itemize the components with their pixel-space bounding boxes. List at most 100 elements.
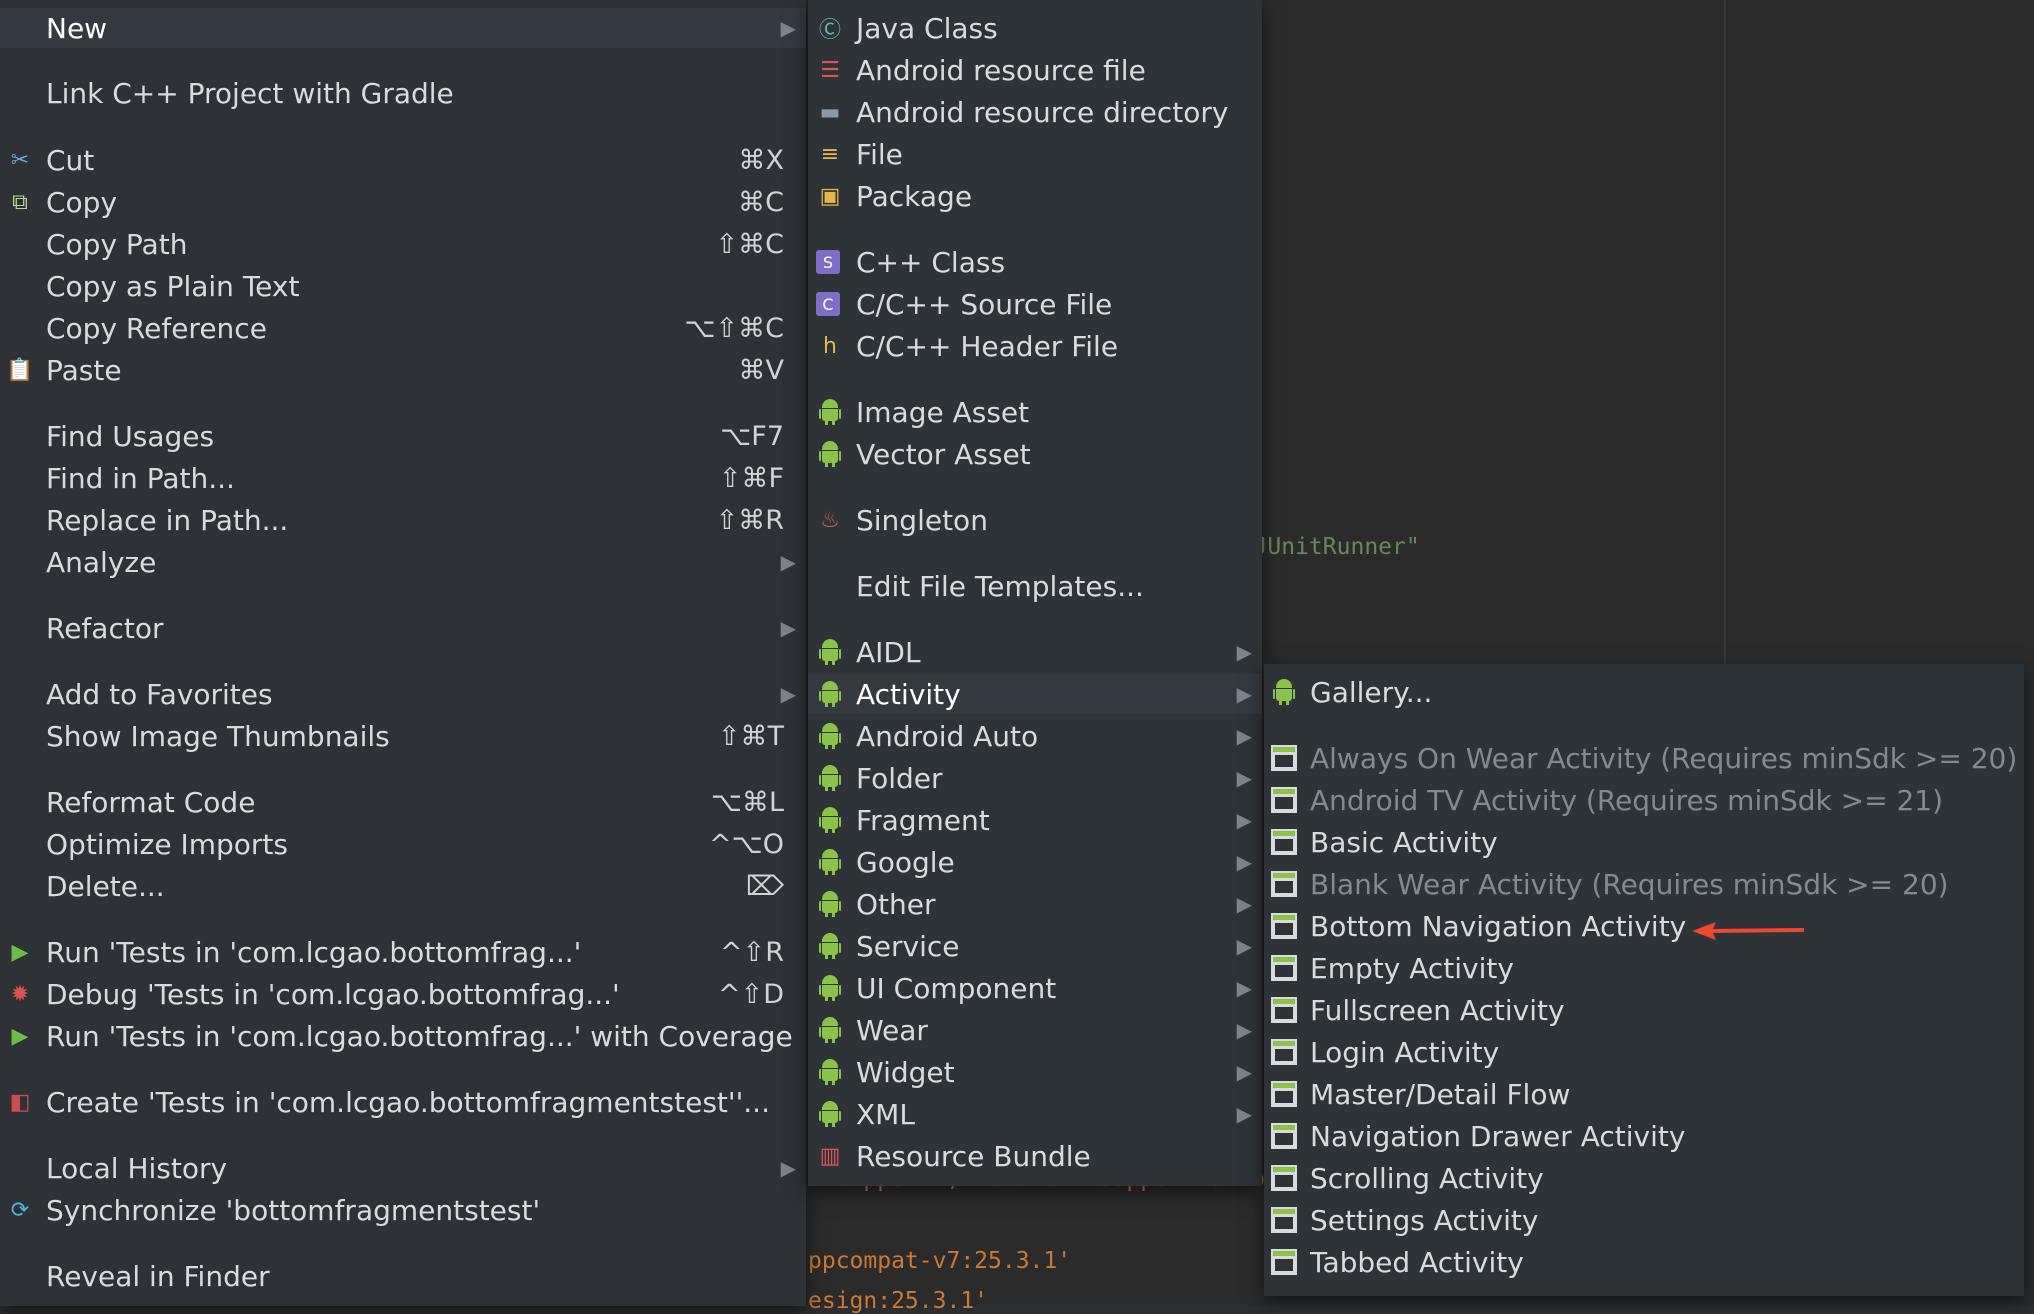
submenu-arrow-icon: ▶: [780, 550, 796, 574]
menu-item-local-history[interactable]: Local History ▶: [0, 1148, 806, 1188]
menu-item-copy[interactable]: ⧉ Copy ⌘C: [0, 182, 806, 222]
activity-item-bottom-navigation-activity[interactable]: Bottom Navigation Activity: [1264, 906, 2024, 946]
menu-item-label: Local History: [46, 1151, 228, 1185]
menu-item-run-tests-in-com-lcgao-bottomfrag-with-coverage[interactable]: ▶ Run 'Tests in 'com.lcgao.bottomfrag...'…: [0, 1016, 806, 1056]
menu-item-analyze[interactable]: Analyze ▶: [0, 542, 806, 582]
android-icon: [816, 1016, 844, 1044]
menu-item-reformat-code[interactable]: Reformat Code ⌥⌘L: [0, 782, 806, 822]
template-icon: [1270, 1080, 1298, 1108]
activity-item-basic-activity[interactable]: Basic Activity: [1264, 822, 2024, 862]
menu-item-label: Debug 'Tests in 'com.lcgao.bottomfrag...…: [46, 977, 620, 1011]
new-item-java-class[interactable]: Ⓒ Java Class: [808, 8, 1262, 48]
template-icon: [1270, 1206, 1298, 1234]
submenu-arrow-icon: ▶: [780, 616, 796, 640]
menu-item-label: Analyze: [46, 545, 157, 579]
menu-item-label: Reveal in Finder: [46, 1259, 270, 1293]
menu-item-add-to-favorites[interactable]: Add to Favorites ▶: [0, 674, 806, 714]
menu-item-synchronize-bottomfragmentstest[interactable]: ⟳ Synchronize 'bottomfragmentstest': [0, 1190, 806, 1230]
new-item-fragment[interactable]: Fragment ▶: [808, 800, 1262, 840]
new-item-android-auto[interactable]: Android Auto ▶: [808, 716, 1262, 756]
new-item-wear[interactable]: Wear ▶: [808, 1010, 1262, 1050]
new-item-singleton[interactable]: ♨ Singleton: [808, 500, 1262, 540]
template-icon: [1270, 1122, 1298, 1150]
activity-item-login-activity[interactable]: Login Activity: [1264, 1032, 2024, 1072]
menu-item-show-image-thumbnails[interactable]: Show Image Thumbnails ⇧⌘T: [0, 716, 806, 756]
menu-item-label: Link C++ Project with Gradle: [46, 76, 454, 110]
menu-item-create-tests-in-com-lcgao-bottomfragmentstest[interactable]: ◧ Create 'Tests in 'com.lcgao.bottomfragm…: [0, 1082, 806, 1122]
menu-item-replace-in-path[interactable]: Replace in Path... ⇧⌘R: [0, 500, 806, 540]
activity-item-master-detail-flow[interactable]: Master/Detail Flow: [1264, 1074, 2024, 1114]
menu-item-label: Optimize Imports: [46, 827, 288, 861]
resource-bundle-icon: ▥: [819, 1143, 841, 1169]
new-item-android-resource-directory[interactable]: ▬ Android resource directory: [808, 92, 1262, 132]
template-icon: [1270, 786, 1298, 814]
menu-item-label: C/C++ Source File: [856, 287, 1113, 321]
menu-item-copy-as-plain-text[interactable]: Copy as Plain Text: [0, 266, 806, 306]
activity-item-blank-wear-activity-requires-minsdk-20[interactable]: Blank Wear Activity (Requires minSdk >= …: [1264, 864, 2024, 904]
menu-item-refactor[interactable]: Refactor ▶: [0, 608, 806, 648]
shortcut-label: ⇧⌘C: [715, 228, 784, 260]
menu-item-label: Package: [856, 179, 973, 213]
android-icon: [816, 932, 844, 960]
android-icon: [816, 1058, 844, 1086]
menu-item-optimize-imports[interactable]: Optimize Imports ^⌥O: [0, 824, 806, 864]
menu-item-find-in-path[interactable]: Find in Path... ⇧⌘F: [0, 458, 806, 498]
new-item-resource-bundle[interactable]: ▥ Resource Bundle: [808, 1136, 1262, 1176]
new-item-edit-file-templates[interactable]: Edit File Templates...: [808, 566, 1262, 606]
submenu-arrow-icon: ▶: [1236, 724, 1252, 748]
activity-item-empty-activity[interactable]: Empty Activity: [1264, 948, 2024, 988]
new-item-xml[interactable]: XML ▶: [808, 1094, 1262, 1134]
new-item-ui-component[interactable]: UI Component ▶: [808, 968, 1262, 1008]
template-icon: [1270, 912, 1298, 940]
new-item-google[interactable]: Google ▶: [808, 842, 1262, 882]
new-item-folder[interactable]: Folder ▶: [808, 758, 1262, 798]
menu-item-run-tests-in-com-lcgao-bottomfrag[interactable]: ▶ Run 'Tests in 'com.lcgao.bottomfrag...'…: [0, 932, 806, 972]
menu-item-copy-path[interactable]: Copy Path ⇧⌘C: [0, 224, 806, 264]
new-item-file[interactable]: ≡ File: [808, 134, 1262, 174]
activity-item-scrolling-activity[interactable]: Scrolling Activity: [1264, 1158, 2024, 1198]
menu-item-copy-reference[interactable]: Copy Reference ⌥⇧⌘C: [0, 308, 806, 348]
activity-item-android-tv-activity-requires-minsdk-21[interactable]: Android TV Activity (Requires minSdk >= …: [1264, 780, 2024, 820]
menu-item-new[interactable]: New ▶: [0, 8, 806, 48]
java-icon: ♨: [820, 507, 840, 533]
new-item-image-asset[interactable]: Image Asset: [808, 392, 1262, 432]
submenu-arrow-icon: ▶: [780, 16, 796, 40]
new-item-vector-asset[interactable]: Vector Asset: [808, 434, 1262, 474]
activity-item-fullscreen-activity[interactable]: Fullscreen Activity: [1264, 990, 2024, 1030]
new-item-c-c-header-file[interactable]: h C/C++ Header File: [808, 326, 1262, 366]
menu-item-label: Synchronize 'bottomfragmentstest': [46, 1193, 541, 1227]
new-item-c-c-source-file[interactable]: C C/C++ Source File: [808, 284, 1262, 324]
new-item-service[interactable]: Service ▶: [808, 926, 1262, 966]
menu-item-label: Reformat Code: [46, 785, 256, 819]
menu-item-label: Android resource file: [856, 53, 1146, 87]
new-item-android-resource-file[interactable]: ☰ Android resource file: [808, 50, 1262, 90]
activity-item-settings-activity[interactable]: Settings Activity: [1264, 1200, 2024, 1240]
menu-item-debug-tests-in-com-lcgao-bottomfrag[interactable]: ✹ Debug 'Tests in 'com.lcgao.bottomfrag..…: [0, 974, 806, 1014]
cpp-header-icon: h: [823, 333, 837, 359]
menu-item-label: Fullscreen Activity: [1310, 993, 1565, 1027]
menu-item-label: Copy Path: [46, 227, 188, 261]
java-class-icon: Ⓒ: [818, 18, 841, 43]
activity-item-always-on-wear-activity-requires-minsdk-20[interactable]: Always On Wear Activity (Requires minSdk…: [1264, 738, 2024, 778]
menu-item-label: Folder: [856, 761, 943, 795]
new-item-package[interactable]: ▣ Package: [808, 176, 1262, 216]
menu-item-delete[interactable]: Delete... ⌦: [0, 866, 806, 906]
new-item-c-class[interactable]: S C++ Class: [808, 242, 1262, 282]
menu-item-find-usages[interactable]: Find Usages ⌥F7: [0, 416, 806, 456]
menu-item-link-c-project-with-gradle[interactable]: Link C++ Project with Gradle: [0, 73, 806, 113]
new-item-other[interactable]: Other ▶: [808, 884, 1262, 924]
menu-item-label: Wear: [856, 1013, 928, 1047]
new-item-widget[interactable]: Widget ▶: [808, 1052, 1262, 1092]
template-icon: [1270, 996, 1298, 1024]
menu-item-cut[interactable]: ✂ Cut ⌘X: [0, 140, 806, 180]
menu-item-label: Show Image Thumbnails: [46, 719, 390, 753]
menu-item-label: Blank Wear Activity (Requires minSdk >= …: [1310, 867, 1949, 901]
new-item-aidl[interactable]: AIDL ▶: [808, 632, 1262, 672]
activity-item-gallery[interactable]: Gallery...: [1264, 672, 2024, 712]
menu-item-reveal-in-finder[interactable]: Reveal in Finder: [0, 1256, 806, 1296]
new-item-activity[interactable]: Activity ▶: [808, 674, 1262, 714]
submenu-arrow-icon: ▶: [1236, 1060, 1252, 1084]
menu-item-paste[interactable]: 📋 Paste ⌘V: [0, 350, 806, 390]
activity-item-navigation-drawer-activity[interactable]: Navigation Drawer Activity: [1264, 1116, 2024, 1156]
activity-item-tabbed-activity[interactable]: Tabbed Activity: [1264, 1242, 2024, 1282]
